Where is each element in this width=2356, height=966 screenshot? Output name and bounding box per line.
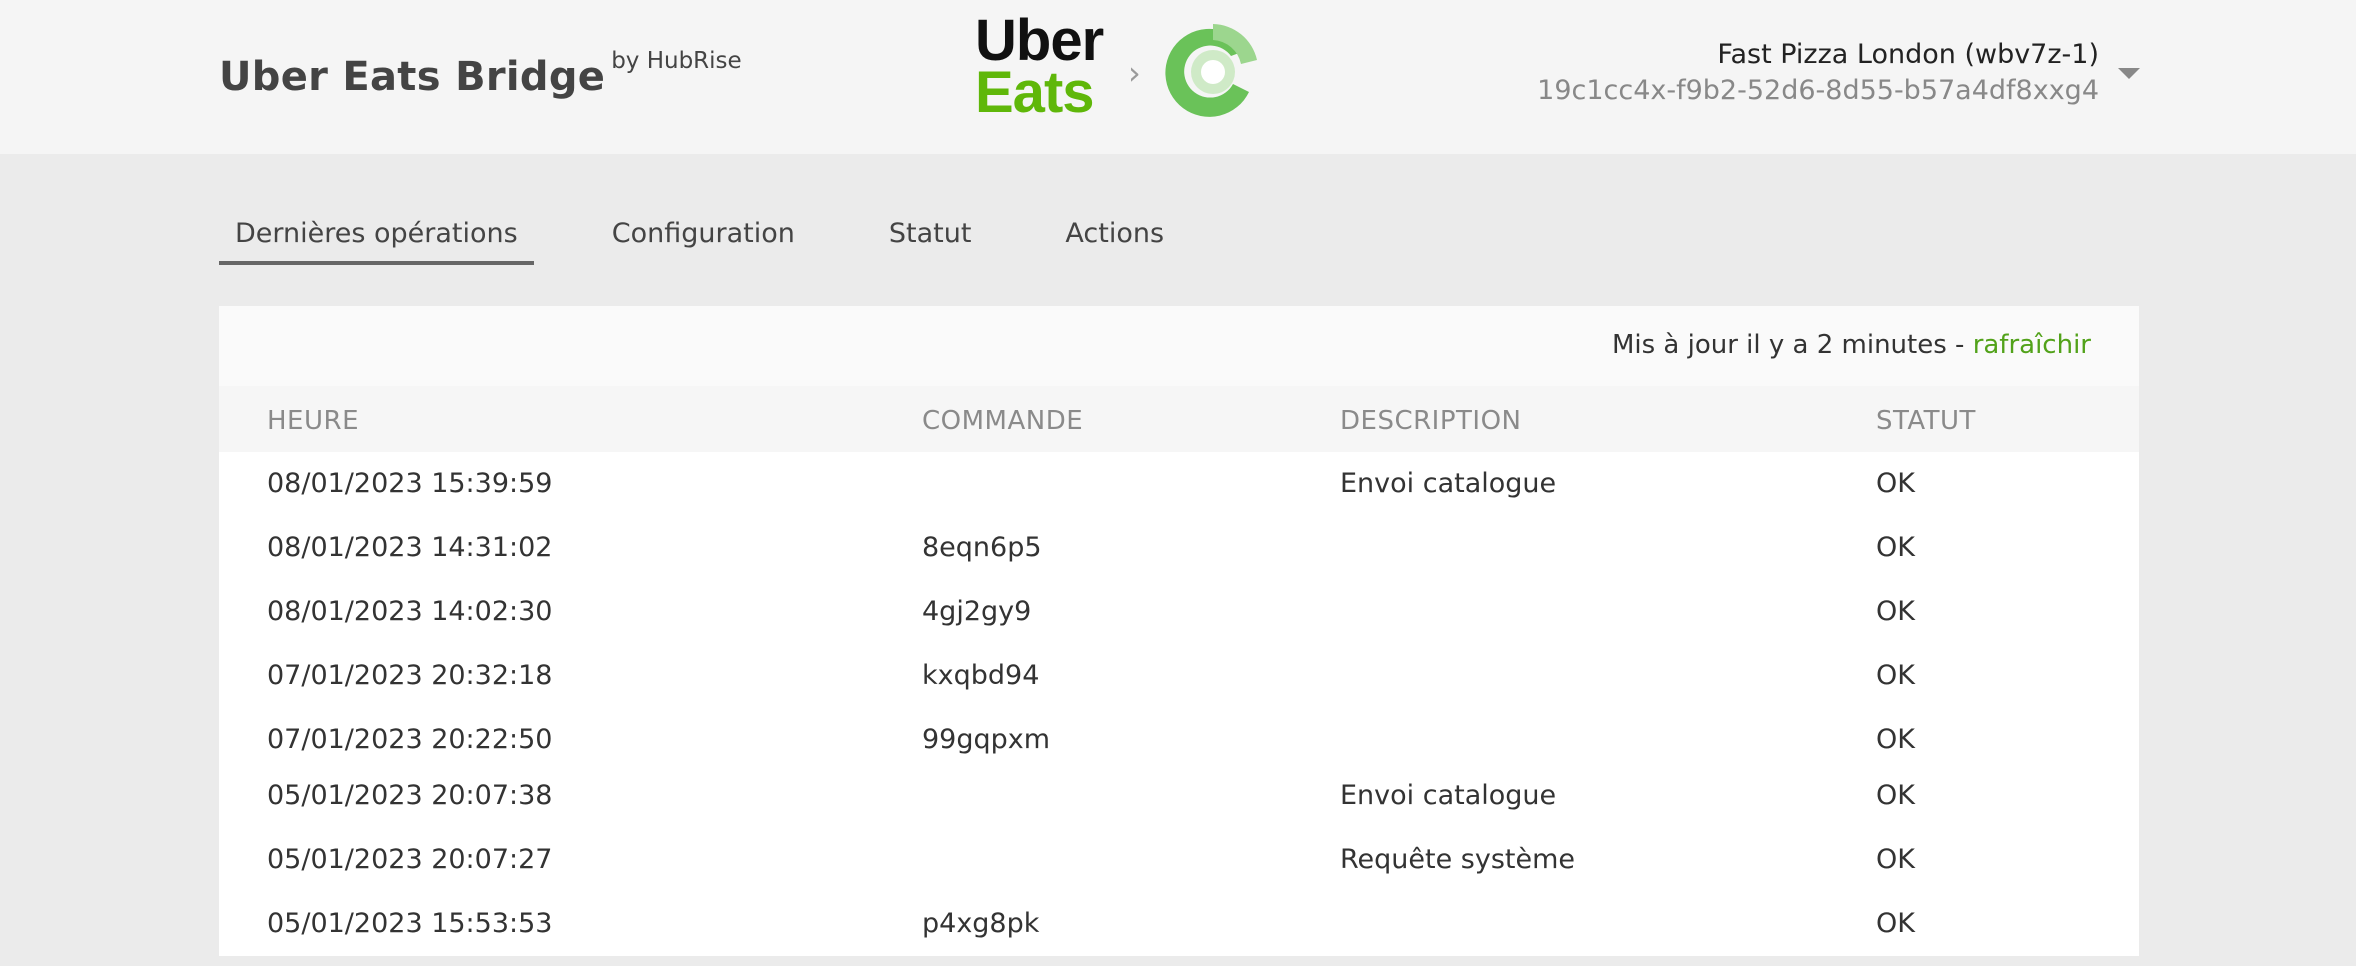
table-row[interactable]: 07/01/2023 20:32:18 kxqbd94 OK — [219, 660, 2139, 718]
table-row[interactable]: 05/01/2023 20:07:38 Envoi catalogue OK — [219, 780, 2139, 838]
app-header: Uber Eats Bridge by HubRise Uber Eats › F… — [0, 0, 2356, 154]
store-selector[interactable]: Fast Pizza London (wbv7z-1) 19c1cc4x-f9b… — [1537, 36, 2099, 108]
column-header-description: DESCRIPTION — [1340, 406, 1522, 436]
caret-down-icon[interactable] — [2118, 68, 2140, 79]
tab-bar: Dernières opérations Configuration Statut A… — [219, 208, 1242, 270]
row-time: 05/01/2023 20:07:27 — [267, 844, 553, 875]
row-status: OK — [1876, 468, 1915, 499]
row-time: 05/01/2023 15:53:53 — [267, 908, 553, 939]
chevron-right-icon: › — [1128, 54, 1141, 92]
uber-eats-logo: Uber Eats — [975, 8, 1104, 125]
row-order: kxqbd94 — [922, 660, 1040, 691]
column-header-order: COMMANDE — [922, 406, 1084, 436]
tab-actions[interactable]: Actions — [1049, 208, 1180, 265]
row-time: 08/01/2023 14:02:30 — [267, 596, 553, 627]
table-header: HEURE COMMANDE DESCRIPTION STATUT — [219, 386, 2139, 452]
row-order: 8eqn6p5 — [922, 532, 1042, 563]
row-status: OK — [1876, 532, 1915, 563]
table-row[interactable]: 08/01/2023 14:02:30 4gj2gy9 OK — [219, 596, 2139, 654]
store-name: Fast Pizza London (wbv7z-1) — [1717, 39, 2099, 70]
row-time: 08/01/2023 15:39:59 — [267, 468, 553, 499]
row-time: 05/01/2023 20:07:38 — [267, 780, 553, 811]
row-description: Envoi catalogue — [1340, 468, 1557, 499]
row-description: Envoi catalogue — [1340, 780, 1557, 811]
uber-eats-logo-line1: Uber — [975, 8, 1104, 73]
row-status: OK — [1876, 908, 1915, 939]
table-row[interactable]: 05/01/2023 15:53:53 p4xg8pk OK — [219, 908, 2139, 966]
app-title: Uber Eats Bridge — [219, 54, 606, 100]
table-row[interactable]: 07/01/2023 20:22:50 99gqpxm OK — [219, 724, 2139, 782]
last-updated: Mis à jour il y a 2 minutes - rafraîchir — [1612, 330, 2091, 360]
last-updated-text: Mis à jour il y a 2 minutes - — [1611, 330, 1973, 360]
update-status-bar: Mis à jour il y a 2 minutes - rafraîchir — [219, 306, 2139, 386]
row-description: Requête système — [1340, 844, 1576, 875]
column-header-time: HEURE — [267, 406, 360, 436]
column-header-status: STATUT — [1876, 406, 1976, 436]
uber-eats-logo-line2: Eats — [975, 60, 1095, 125]
row-status: OK — [1876, 780, 1915, 811]
row-order: p4xg8pk — [922, 908, 1040, 939]
row-status: OK — [1876, 844, 1915, 875]
refresh-link[interactable]: rafraîchir — [1973, 330, 2091, 360]
row-time: 07/01/2023 20:32:18 — [267, 660, 553, 691]
row-time: 07/01/2023 20:22:50 — [267, 724, 553, 755]
row-status: OK — [1876, 596, 1915, 627]
brand: Uber Eats Bridge by HubRise — [219, 48, 742, 100]
hubrise-logo — [1165, 24, 1257, 117]
table-row[interactable]: 05/01/2023 20:07:27 Requête système OK — [219, 844, 2139, 902]
store-id: 19c1cc4x-f9b2-52d6-8d55-b57a4df8xxg4 — [1537, 75, 2099, 106]
tab-status[interactable]: Statut — [873, 208, 988, 265]
row-time: 08/01/2023 14:31:02 — [267, 532, 553, 563]
integration-logos: Uber Eats › — [975, 8, 1265, 126]
row-status: OK — [1876, 660, 1915, 691]
table-row[interactable]: 08/01/2023 14:31:02 8eqn6p5 OK — [219, 532, 2139, 590]
row-status: OK — [1876, 724, 1915, 755]
app-by-label: by HubRise — [611, 48, 742, 74]
row-order: 4gj2gy9 — [922, 596, 1032, 627]
tab-configuration[interactable]: Configuration — [596, 208, 811, 265]
operations-panel: Mis à jour il y a 2 minutes - rafraîchir… — [219, 306, 2139, 956]
tab-latest-operations[interactable]: Dernières opérations — [219, 208, 534, 265]
table-row[interactable]: 08/01/2023 15:39:59 Envoi catalogue OK — [219, 468, 2139, 526]
row-order: 99gqpxm — [922, 724, 1051, 755]
